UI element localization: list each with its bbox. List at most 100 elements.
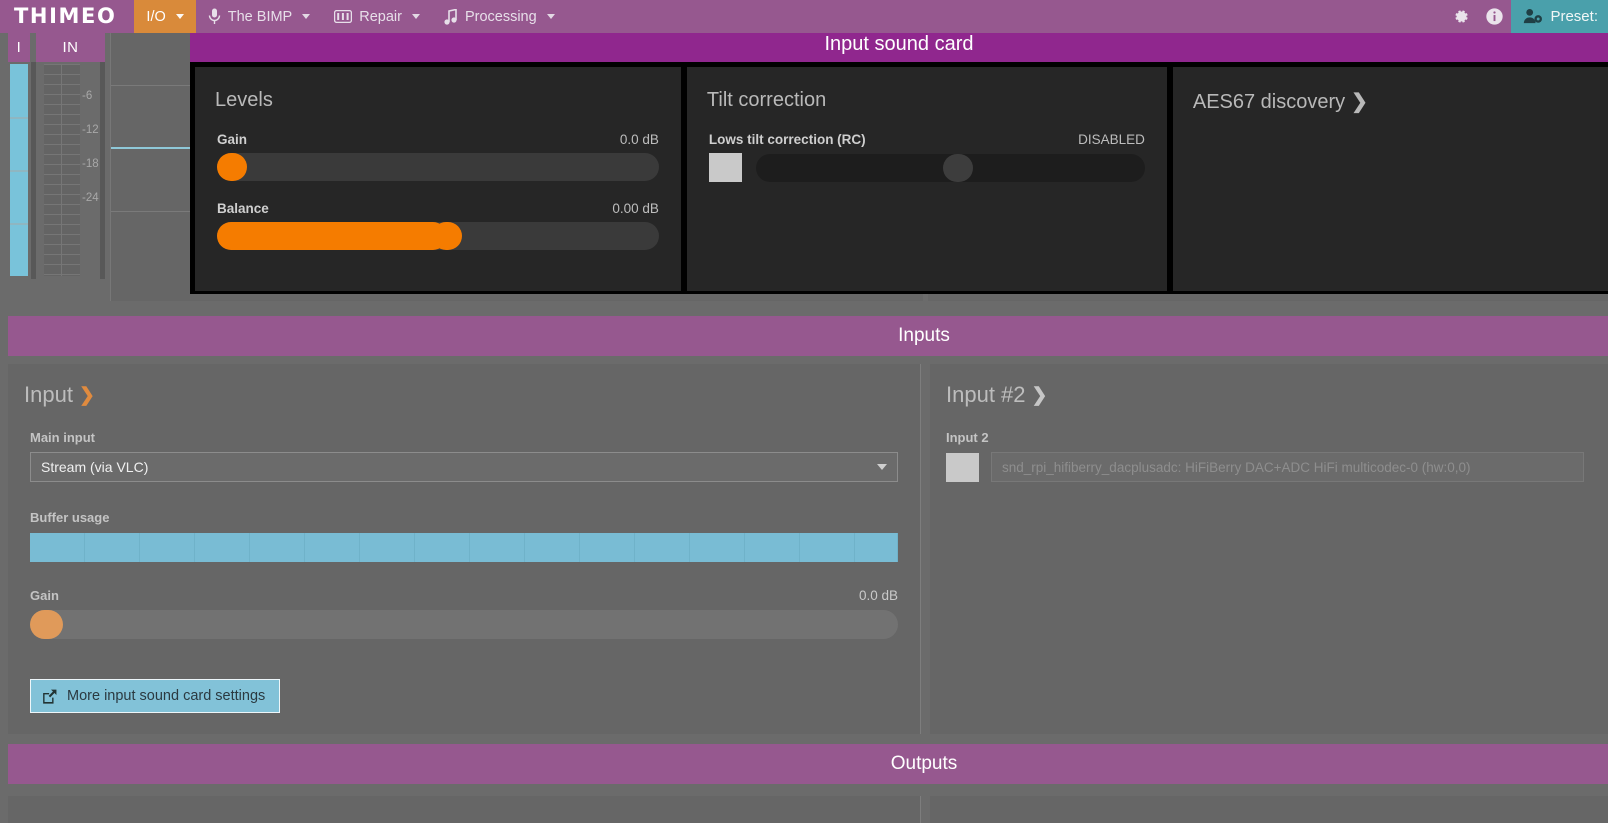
inputs-section-banner[interactable]: Inputs — [8, 316, 1608, 356]
gain-value: 0.0 dB — [619, 132, 659, 147]
app-logo: THIMEO — [14, 4, 117, 28]
equalizer-icon — [334, 10, 353, 23]
menu-processing-label: Processing — [464, 8, 537, 25]
input2-panel-header[interactable]: Input #2 ❯ — [930, 364, 1608, 408]
input2-field-label: Input 2 — [946, 430, 989, 445]
meter-scale-label: -6 — [82, 90, 93, 102]
input-gain-slider[interactable] — [30, 610, 898, 639]
dialog-body: Levels Gain 0.0 dB Balance 0.00 dB Tilt … — [190, 62, 1608, 294]
meter-header-i: I — [8, 33, 30, 62]
main-input-group: Main input Stream (via VLC) — [8, 408, 920, 482]
outputs-banner-label: Outputs — [890, 753, 958, 774]
meter-scale-label: -24 — [82, 192, 99, 204]
levels-card-title: Levels — [215, 89, 273, 111]
preset-button-label: Preset: — [1550, 8, 1598, 25]
aes67-discovery-card[interactable]: AES67 discovery ❯ — [1172, 67, 1608, 291]
user-settings-icon — [1524, 8, 1543, 24]
tilt-card-title: Tilt correction — [706, 89, 827, 111]
info-icon[interactable] — [1477, 0, 1511, 33]
more-settings-label: More input sound card settings — [67, 688, 266, 704]
buffer-usage-bar — [30, 533, 898, 562]
balance-slider-knob[interactable] — [431, 222, 462, 250]
meter-ladder-in — [44, 64, 80, 276]
main-input-value: Stream (via VLC) — [41, 459, 149, 475]
outputs-section-banner[interactable]: Outputs — [8, 744, 1608, 784]
lows-tilt-slider-knob[interactable] — [942, 153, 973, 182]
menu-the-bimp[interactable]: The BIMP — [196, 0, 322, 33]
gear-icon[interactable] — [1443, 0, 1477, 33]
input-panel-title: Input — [24, 382, 73, 407]
chevron-right-icon: ❯ — [1351, 91, 1368, 113]
microphone-icon — [208, 8, 220, 24]
lows-tilt-label: Lows tilt correction (RC) — [708, 132, 866, 147]
menu-processing[interactable]: Processing — [432, 0, 567, 33]
balance-slider-fill — [217, 222, 447, 250]
lows-tilt-status: DISABLED — [1078, 132, 1145, 147]
balance-label: Balance — [217, 201, 269, 216]
gain-slider-knob[interactable] — [217, 153, 247, 181]
levels-card: Levels Gain 0.0 dB Balance 0.00 dB — [195, 67, 681, 291]
application-window: THIMEO I/O The BIMP Repair Processing Pr… — [0, 0, 1608, 823]
input-gain-value: 0.0 dB — [858, 588, 898, 603]
preset-button[interactable]: Preset: — [1511, 0, 1608, 33]
input2-device-value: snd_rpi_hifiberry_dacplusadc: HiFiBerry … — [1002, 459, 1471, 475]
meter-bar-i — [10, 64, 28, 276]
lows-tilt-checkbox[interactable] — [708, 153, 742, 182]
gain-slider[interactable] — [217, 153, 659, 181]
lows-tilt-control: Lows tilt correction (RC) DISABLED — [687, 132, 1167, 182]
balance-slider[interactable] — [217, 222, 659, 250]
meter-body-i — [8, 62, 30, 279]
input-sound-card-dialog: Input sound card Levels Gain 0.0 dB Bala… — [190, 26, 1608, 294]
external-link-icon — [43, 689, 57, 704]
music-note-icon — [444, 8, 457, 25]
meter-body-in: -6 -12 -18 -24 — [36, 62, 105, 279]
input-panel: Input ❯ Main input Stream (via VLC) Buff… — [8, 364, 921, 734]
input-gain-row: Gain 0.0 dB — [30, 588, 898, 603]
main-input-label: Main input — [30, 430, 95, 445]
menu-the-bimp-label: The BIMP — [227, 8, 293, 25]
input-panel-header[interactable]: Input ❯ — [8, 364, 920, 408]
lows-tilt-control-row: Lows tilt correction (RC) DISABLED — [709, 132, 1145, 147]
menu-io-label: I/O — [146, 8, 166, 25]
aes67-card-title: AES67 discovery ❯ — [1173, 67, 1608, 114]
main-input-select[interactable]: Stream (via VLC) — [30, 452, 898, 482]
balance-value: 0.00 dB — [612, 201, 659, 216]
meter-divider — [100, 62, 105, 279]
meter-header-in: IN — [36, 33, 105, 62]
chevron-right-icon[interactable]: ❯ — [1032, 384, 1048, 407]
input2-field-group: Input 2 snd_rpi_hifiberry_dacplusadc: Hi… — [930, 408, 1608, 482]
menu-repair-label: Repair — [359, 8, 402, 25]
outputs-panel-left — [8, 796, 921, 823]
chevron-down-icon[interactable]: ❯ — [79, 384, 95, 407]
buffer-usage-group: Buffer usage — [8, 482, 920, 562]
meter-column-in: IN -6 -12 -18 -24 — [36, 33, 105, 279]
chevron-down-icon — [877, 464, 887, 470]
meter-scale-label: -18 — [82, 158, 99, 170]
chevron-down-icon — [411, 14, 420, 19]
input2-device-select[interactable]: snd_rpi_hifiberry_dacplusadc: HiFiBerry … — [991, 452, 1584, 482]
meter-column-i: I — [8, 33, 30, 279]
balance-control-row: Balance 0.00 dB — [217, 201, 659, 216]
input2-row: snd_rpi_hifiberry_dacplusadc: HiFiBerry … — [946, 452, 1584, 482]
chevron-down-icon — [175, 14, 184, 19]
menu-repair[interactable]: Repair — [322, 0, 432, 33]
input2-enable-checkbox[interactable] — [946, 452, 979, 482]
chevron-down-icon — [546, 14, 555, 19]
meter-scale-label: -12 — [82, 124, 99, 136]
gain-control: Gain 0.0 dB — [195, 132, 681, 181]
aes67-title-text: AES67 discovery — [1192, 91, 1346, 113]
input2-panel-title: Input #2 — [946, 382, 1026, 407]
gain-label: Gain — [217, 132, 248, 147]
input2-panel: Input #2 ❯ Input 2 snd_rpi_hifiberry_dac… — [930, 364, 1608, 734]
input-gain-slider-knob[interactable] — [30, 610, 63, 639]
more-input-sound-card-settings-button[interactable]: More input sound card settings — [30, 679, 281, 713]
menu-io[interactable]: I/O — [134, 0, 196, 33]
top-menu-bar: THIMEO I/O The BIMP Repair Processing Pr… — [0, 0, 1608, 33]
outputs-panel-right — [930, 796, 1608, 823]
input-gain-group: Gain 0.0 dB — [8, 562, 920, 639]
tilt-correction-card: Tilt correction Lows tilt correction (RC… — [686, 67, 1167, 291]
lows-tilt-slider[interactable] — [755, 153, 1145, 182]
input-gain-label: Gain — [30, 588, 59, 603]
chevron-down-icon — [302, 14, 311, 19]
more-settings-group: More input sound card settings — [8, 639, 920, 713]
